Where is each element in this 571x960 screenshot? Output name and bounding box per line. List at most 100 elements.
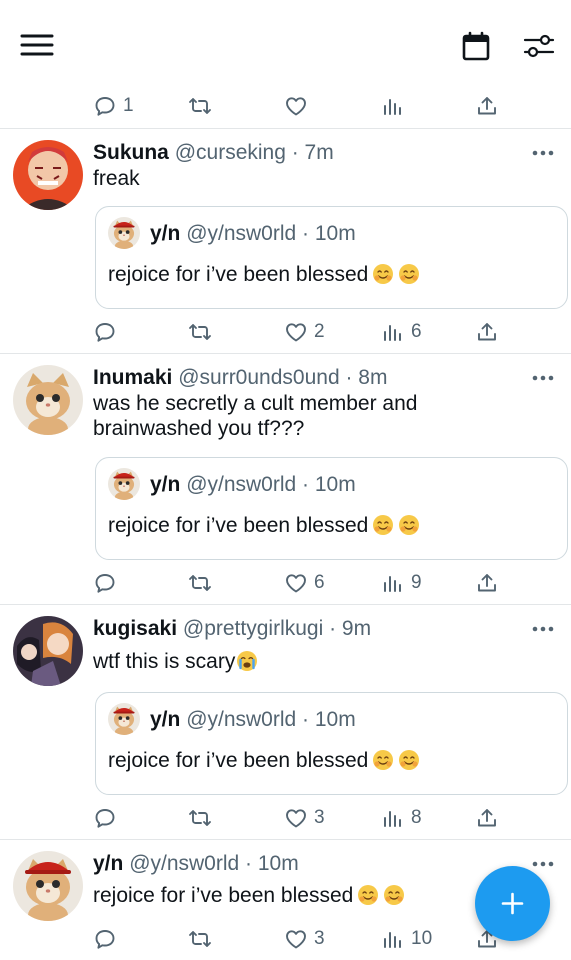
author-handle: @surr0unds0und · 8m <box>178 366 388 389</box>
share-button[interactable] <box>475 317 499 347</box>
avatar[interactable] <box>13 851 83 921</box>
crying-emoji-icon <box>236 650 258 672</box>
author-name[interactable]: y/n <box>93 852 123 875</box>
like-button[interactable]: 2 <box>284 317 325 347</box>
quoted-post[interactable]: y/n @y/nsw0rld · 10m rejoice for i’ve be… <box>95 692 568 795</box>
share-icon <box>475 806 499 830</box>
like-button[interactable]: 3 <box>284 924 325 954</box>
author-name[interactable]: Inumaki <box>93 366 172 389</box>
quoted-post[interactable]: y/n @y/nsw0rld · 10m rejoice for i’ve be… <box>95 457 568 560</box>
quote-author-name: y/n <box>150 708 181 731</box>
quote-avatar <box>108 703 140 735</box>
reply-button[interactable] <box>93 803 117 833</box>
like-count: 6 <box>314 572 325 593</box>
retweet-button[interactable] <box>188 568 212 598</box>
like-count: 3 <box>314 928 325 949</box>
quote-text: rejoice for i’ve been blessed <box>108 263 420 287</box>
like-button[interactable] <box>284 91 308 121</box>
avatar[interactable] <box>13 365 83 435</box>
views-count: 9 <box>411 572 422 593</box>
plus-icon <box>501 892 524 915</box>
views-button[interactable]: 10 <box>381 924 432 954</box>
reply-button[interactable]: 1 <box>93 91 134 121</box>
post-text: wtf this is scary <box>93 649 473 674</box>
heart-icon <box>284 806 308 830</box>
reply-count: 1 <box>123 95 134 116</box>
heart-icon <box>284 94 308 118</box>
share-button[interactable] <box>475 91 499 121</box>
more-icon[interactable] <box>532 859 554 869</box>
action-bar: 2 6 <box>0 317 571 347</box>
heart-icon <box>284 571 308 595</box>
divider <box>0 128 571 129</box>
share-button[interactable] <box>475 803 499 833</box>
views-button[interactable]: 9 <box>381 568 422 598</box>
quote-text-content: rejoice for i’ve been blessed <box>108 514 369 537</box>
post-text: rejoice for i’ve been blessed <box>93 883 433 908</box>
views-button[interactable]: 6 <box>381 317 422 347</box>
quoted-post[interactable]: y/n @y/nsw0rld · 10m rejoice for i’ve be… <box>95 206 568 309</box>
heart-icon <box>284 927 308 951</box>
quote-avatar <box>108 468 140 500</box>
top-bar <box>0 0 571 90</box>
avatar[interactable] <box>13 616 83 686</box>
quote-author-handle: @y/nsw0rld · 10m <box>186 222 356 245</box>
more-icon[interactable] <box>532 624 554 634</box>
action-bar: 6 9 <box>0 568 571 598</box>
heart-icon <box>284 320 308 344</box>
quote-text-content: rejoice for i’ve been blessed <box>108 263 369 286</box>
views-icon <box>381 571 405 595</box>
reply-button[interactable] <box>93 924 117 954</box>
smile-emoji-icon <box>357 884 379 906</box>
smile-emoji-icon <box>398 749 420 771</box>
views-icon <box>381 806 405 830</box>
reply-button[interactable] <box>93 317 117 347</box>
calendar-icon[interactable] <box>460 30 492 62</box>
post-text: freak <box>93 167 140 190</box>
more-icon[interactable] <box>532 373 554 383</box>
quote-author-handle: @y/nsw0rld · 10m <box>186 473 356 496</box>
smile-emoji-icon <box>398 263 420 285</box>
author-handle: @prettygirlkugi · 9m <box>182 617 372 640</box>
author-handle: @curseking · 7m <box>174 141 334 164</box>
retweet-icon <box>188 927 212 951</box>
views-count: 10 <box>411 928 433 949</box>
views-icon <box>381 94 405 118</box>
menu-icon[interactable] <box>20 32 54 58</box>
smile-emoji-icon <box>372 749 394 771</box>
action-bar: 3 8 <box>0 803 571 833</box>
reply-icon <box>93 94 117 118</box>
retweet-button[interactable] <box>188 91 212 121</box>
smile-emoji-icon <box>398 514 420 536</box>
views-icon <box>381 320 405 344</box>
post-text-line: was he secretly a cult member and <box>93 392 418 415</box>
retweet-icon <box>188 94 212 118</box>
compose-button[interactable] <box>475 866 550 941</box>
reply-icon <box>93 320 117 344</box>
divider <box>0 839 571 840</box>
share-icon <box>475 94 499 118</box>
views-button[interactable] <box>381 91 405 121</box>
share-button[interactable] <box>475 568 499 598</box>
smile-emoji-icon <box>383 884 405 906</box>
quote-text-content: rejoice for i’ve been blessed <box>108 749 369 772</box>
reply-icon <box>93 927 117 951</box>
like-button[interactable]: 3 <box>284 803 325 833</box>
retweet-button[interactable] <box>188 317 212 347</box>
post-text: was he secretly a cult member and brainw… <box>93 391 493 441</box>
avatar[interactable] <box>13 140 83 210</box>
share-icon <box>475 571 499 595</box>
filter-icon[interactable] <box>522 30 556 62</box>
reply-button[interactable] <box>93 568 117 598</box>
quote-text: rejoice for i’ve been blessed <box>108 514 420 538</box>
quote-author-name: y/n <box>150 473 181 496</box>
author-name[interactable]: kugisaki <box>93 617 177 640</box>
retweet-button[interactable] <box>188 803 212 833</box>
author-name[interactable]: Sukuna <box>93 141 169 164</box>
more-icon[interactable] <box>532 148 554 158</box>
views-button[interactable]: 8 <box>381 803 422 833</box>
post-header: y/n @y/nsw0rld · 10m <box>93 852 299 876</box>
like-button[interactable]: 6 <box>284 568 325 598</box>
post-header: Sukuna @curseking · 7m <box>93 141 334 165</box>
retweet-button[interactable] <box>188 924 212 954</box>
